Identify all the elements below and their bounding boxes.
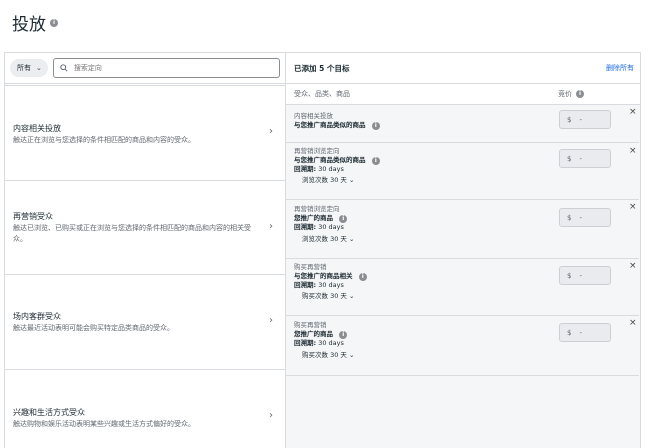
bid-input[interactable]: $ - [559,208,611,227]
chevron-down-icon: ⌄ [36,64,42,72]
chevron-right-icon: › [269,410,273,421]
info-icon[interactable]: i [371,157,380,165]
category-desc: 触达正在浏览与您选择的条件相匹配的商品和内容的受众。 [13,136,195,144]
category-item-remarketing[interactable]: 再营销受众 触达已浏览、已购买或正在浏览与您选择的条件相匹配的商品和内容的相关受… [5,180,285,274]
targeting-panel: 所有 ⌄ 内容相关投放 触达正在浏览与您选择的条件相匹配的商品和内容的受众。 ›… [4,52,641,448]
info-icon[interactable]: i [339,215,348,223]
category-desc: 触达购物和娱乐活动表明某些兴趣或生活方式偏好的受众。 [13,420,195,428]
selected-count: 已添加 5 个目标 [294,63,350,73]
target-row: 再营销浏览定向 与您推广商品类似的商品 i 回溯期: 30 days 浏览次数 … [286,143,639,200]
info-icon[interactable]: i [371,122,380,130]
frequency-dropdown[interactable]: 浏览次数 30 天 ⌄ [302,235,354,244]
chevron-down-icon: ⌄ [348,235,355,243]
frequency-dropdown[interactable]: 浏览次数 30 天 ⌄ [302,176,354,185]
close-icon[interactable]: × [629,107,637,117]
target-row: 内容相关投放 与您推广商品类似的商品 i $ - × [286,105,639,143]
page-title: 投放 i [12,10,58,35]
category-title: 场内客群受众 [13,312,61,321]
target-column-label: 受众、品类、商品 [294,90,350,98]
info-icon[interactable]: i [576,90,584,98]
category-title: 兴趣和生活方式受众 [13,408,85,417]
category-item-interests[interactable]: 兴趣和生活方式受众 触达购物和娱乐活动表明某些兴趣或生活方式偏好的受众。 › [5,369,285,448]
clear-all-link[interactable]: 删除所有 [606,63,634,73]
target-row: 再营销浏览定向 您推广的商品 i 回溯期: 30 days 浏览次数 30 天 … [286,200,639,259]
info-icon[interactable]: i [358,273,367,281]
category-desc: 触达最近活动表明可能会购买特定品类商品的受众。 [13,324,174,332]
bid-input[interactable]: $ - [559,323,611,342]
category-desc: 触达已浏览、已购买或正在浏览与您选择的条件相匹配的商品和内容的相关受众。 [13,224,251,243]
chevron-down-icon: ⌄ [348,292,355,300]
column-header: 受众、品类、商品 竞价 i [286,84,640,105]
chevron-down-icon: ⌄ [348,176,355,184]
info-icon[interactable]: i [50,18,58,27]
target-row: 购买再营销 您推广的商品 i 回溯期: 30 days 购买次数 30 天 ⌄ … [286,316,639,376]
category-list: 所有 ⌄ 内容相关投放 触达正在浏览与您选择的条件相匹配的商品和内容的受众。 ›… [5,53,286,448]
close-icon[interactable]: × [629,202,637,212]
category-item-contextual[interactable]: 内容相关投放 触达正在浏览与您选择的条件相匹配的商品和内容的受众。 › [5,85,285,180]
chevron-down-icon: ⌄ [348,351,355,359]
chevron-right-icon: › [269,221,273,232]
selected-header: 已添加 5 个目标 删除所有 [286,53,640,84]
chevron-right-icon: › [269,315,273,326]
category-item-in-market[interactable]: 场内客群受众 触达最近活动表明可能会购买特定品类商品的受众。 › [5,274,285,369]
chevron-right-icon: › [269,126,273,137]
category-title: 内容相关投放 [13,124,61,133]
close-icon[interactable]: × [629,318,637,328]
filter-dropdown[interactable]: 所有 ⌄ [10,59,48,77]
search-box [52,58,280,78]
frequency-dropdown[interactable]: 购买次数 30 天 ⌄ [302,292,354,301]
search-input[interactable] [73,64,254,72]
category-title: 再营销受众 [13,212,53,221]
target-row: 购买再营销 与您推广的商品相关 i 回溯期: 30 days 购买次数 30 天… [286,259,639,316]
selected-targets-panel: 已添加 5 个目标 删除所有 受众、品类、商品 竞价 i 内容相关投放 与您推广… [286,53,640,448]
frequency-dropdown[interactable]: 购买次数 30 天 ⌄ [302,351,354,360]
bid-input[interactable]: $ - [559,266,611,285]
info-icon[interactable]: i [339,331,348,339]
close-icon[interactable]: × [629,146,637,156]
bid-input[interactable]: $ - [559,110,611,129]
close-icon[interactable]: × [629,261,637,271]
search-icon [60,64,68,72]
filter-bar: 所有 ⌄ [5,53,285,84]
bid-column-label: 竞价 i [558,89,584,99]
bid-input[interactable]: $ - [559,149,611,168]
